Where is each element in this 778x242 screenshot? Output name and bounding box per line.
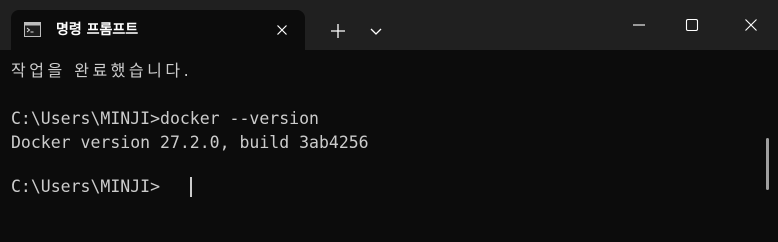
terminal-output[interactable]: 작업을 완료했습니다. C:\Users\MINJI>docker --vers… bbox=[0, 50, 778, 242]
tab-title: 명령 프롬프트 bbox=[56, 22, 139, 38]
maximize-button[interactable] bbox=[665, 0, 719, 50]
prompt-line: C:\Users\MINJI> bbox=[11, 177, 161, 196]
close-button[interactable] bbox=[724, 0, 778, 50]
title-bar[interactable]: 명령 프롬프트 bbox=[0, 0, 778, 50]
terminal-window: 명령 프롬프트 작업을 완료했습니다. C:\Users\MINJI>docke… bbox=[0, 0, 778, 242]
tab-command-prompt[interactable]: 명령 프롬프트 bbox=[11, 10, 305, 50]
output-line: Docker version 27.2.0, build 3ab4256 bbox=[11, 133, 369, 152]
text-cursor bbox=[190, 177, 192, 197]
tab-close-icon[interactable] bbox=[274, 22, 290, 38]
command-line: C:\Users\MINJI>docker --version bbox=[11, 109, 319, 128]
new-tab-button[interactable] bbox=[321, 12, 355, 46]
scrollbar-thumb[interactable] bbox=[766, 138, 769, 190]
output-line: 작업을 완료했습니다. bbox=[11, 61, 193, 80]
terminal-icon bbox=[24, 22, 41, 37]
tab-dropdown-button[interactable] bbox=[361, 12, 391, 46]
minimize-button[interactable] bbox=[612, 0, 666, 50]
